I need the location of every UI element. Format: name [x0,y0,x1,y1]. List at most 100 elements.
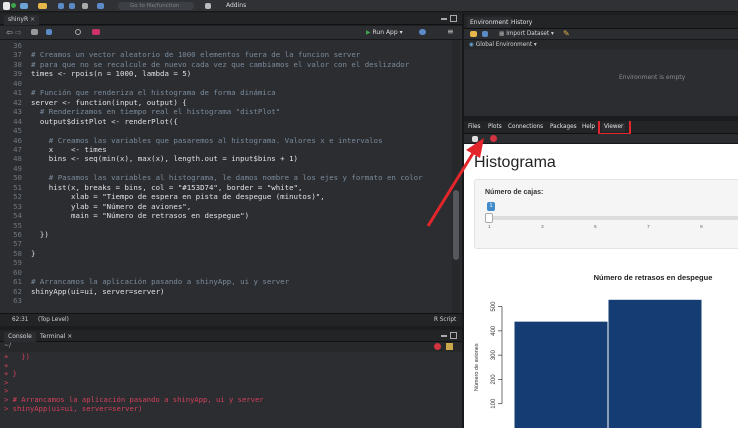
maximize-editor-icon[interactable] [450,15,457,22]
tab-history[interactable]: History [508,17,535,28]
save-file-icon[interactable] [46,29,52,35]
import-dataset-button[interactable]: ▦ Import Dataset ▾ [499,29,554,39]
goto-icon[interactable] [97,3,104,9]
tab-help[interactable]: Help [582,123,595,132]
code-text: # Función que renderiza el histograma de… [31,88,276,98]
tab-terminal[interactable]: Terminal × [36,332,76,342]
stop-icon[interactable] [434,343,441,350]
minimize-console-icon[interactable] [441,335,447,337]
save-workspace-icon[interactable] [482,31,488,37]
import-dataset-label: Import Dataset [506,31,550,37]
code-text: } [31,248,36,258]
line-number: 43 [13,107,22,117]
maximize-console-icon[interactable] [450,332,457,339]
forward-icon[interactable]: ⇨ [15,28,22,37]
load-workspace-icon[interactable] [470,31,477,37]
goto-file-input[interactable]: Go to file/function [118,2,194,10]
code-line[interactable]: 50 # Pasamos las variables al histograma… [0,173,422,182]
code-line[interactable]: 38 # para que no se recalcule de nuevo ca… [0,60,409,69]
code-line[interactable]: 36 [0,41,31,50]
global-env-selector[interactable]: ◉ Global Environment ▾ [469,40,537,50]
code-line[interactable]: 39 times <- rpois(n = 1000, lambda = 5) [0,69,191,78]
run-app-button[interactable]: ▶ Run App ▾ [366,28,403,37]
open-file-icon[interactable] [38,3,47,9]
pane-splitter-left[interactable] [0,326,462,330]
tab-console[interactable]: Console [4,332,36,342]
add-icon[interactable] [11,3,16,8]
publish-icon[interactable] [419,29,426,35]
broom-icon[interactable]: ✎ [563,29,570,38]
line-number: 47 [13,144,22,154]
line-number: 59 [13,258,22,268]
save-all-icon[interactable] [69,3,75,9]
code-line[interactable]: 61 # Arrancamos la aplicación pasando a s… [0,277,289,286]
slider-track[interactable] [487,216,738,220]
grid-icon[interactable] [205,3,211,9]
code-line[interactable]: 54 main = "Número de retrasos en despegu… [0,211,249,220]
code-line[interactable]: 46 # Creamos las variables que pasaremos… [0,135,382,145]
code-line[interactable]: 59 [0,258,31,267]
tab-plots[interactable]: Plots [488,123,502,132]
code-editor[interactable]: 36 37 # Creamos un vector aleatorio de 100… [0,40,462,313]
cursor-position: 62:31 [12,317,29,323]
tab-packages[interactable]: Packages [550,123,577,132]
save-icon[interactable] [58,3,64,9]
file-type-selector[interactable]: R Script [434,314,456,326]
tab-environment-label: Environment [470,19,509,26]
code-line[interactable]: 37 # Creamos un vector aleatorio de 1000 … [0,50,360,59]
code-text: bins <- seq(min(x), max(x), length.out =… [31,154,298,164]
tab-connections[interactable]: Connections [508,123,543,132]
code-line[interactable]: 41 # Función que renderiza el histograma … [0,88,276,97]
close-tab-icon[interactable]: × [30,16,35,23]
back-icon[interactable]: ⇦ [6,28,13,37]
code-line[interactable]: 63 [0,296,31,305]
env-content: Environment is empty [464,50,738,116]
new-file-icon[interactable] [3,2,10,10]
code-line[interactable]: 43 # Renderizamos en tiempo real el hist… [0,107,280,116]
code-line[interactable]: 52 xlab = "Tiempo de espera en pista de … [0,192,325,201]
code-line[interactable]: 48 bins <- seq(min(x), max(x), length.ou… [0,154,298,163]
find-icon[interactable] [75,29,81,35]
code-line[interactable]: 62 shinyApp(ui=ui, server=server) [0,286,165,296]
addins-menu[interactable]: Addins [226,1,246,11]
code-line[interactable]: 47 x <- times [0,145,107,154]
minimize-editor-icon[interactable] [441,18,447,20]
code-tools-icon[interactable] [92,29,100,35]
code-line[interactable]: 44 output$distPlot <- renderPlot({ [0,117,178,126]
line-number: 63 [13,296,22,306]
editor-tab[interactable]: shinyR × [4,15,40,25]
code-line[interactable]: 45 [0,126,31,135]
code-line[interactable]: 42 server <- function(input, output) { [0,98,187,107]
line-number: 54 [13,211,22,221]
show-in-window-icon[interactable] [31,29,38,35]
line-number: 46 [13,135,22,145]
editor-tab-label: shinyR [8,16,29,23]
print-icon[interactable] [82,3,88,9]
code-line[interactable]: 57 [0,239,31,248]
line-number: 58 [13,248,22,258]
y-tick-label: 300 [491,349,497,360]
code-line[interactable]: 58} [0,249,35,258]
open-project-icon[interactable] [20,3,28,9]
line-number: 44 [13,116,22,126]
code-line[interactable]: 55 [0,221,31,230]
code-line[interactable]: 49 [0,164,31,173]
scope-selector[interactable]: (Top Level) [38,314,69,326]
code-line[interactable]: 51 hist(x, breaks = bins, col = "#153D74… [0,183,302,192]
code-line[interactable]: 40 [0,79,31,88]
line-number: 36 [13,41,22,50]
tab-environment[interactable]: Environment [467,17,512,28]
code-line[interactable]: 56 }) [0,230,49,239]
console-output[interactable]: + }) + + } > > > # Arrancamos la aplicación p… [0,352,462,428]
code-text: shinyApp(ui=ui, server=server) [31,286,165,296]
outline-icon[interactable]: ≡ [447,27,454,36]
clear-console-icon[interactable] [446,343,453,350]
code-line[interactable]: 60 [0,268,31,277]
tab-files[interactable]: Files [468,123,480,132]
pane-splitter-right[interactable] [464,116,738,121]
code-text: output$distPlot <- renderPlot({ [31,116,178,126]
y-axis-label: Número de aviones [474,343,480,391]
line-number: 42 [13,97,22,107]
line-number: 62 [13,286,22,296]
code-line[interactable]: 53 ylab = "Número de aviones", [0,202,191,211]
